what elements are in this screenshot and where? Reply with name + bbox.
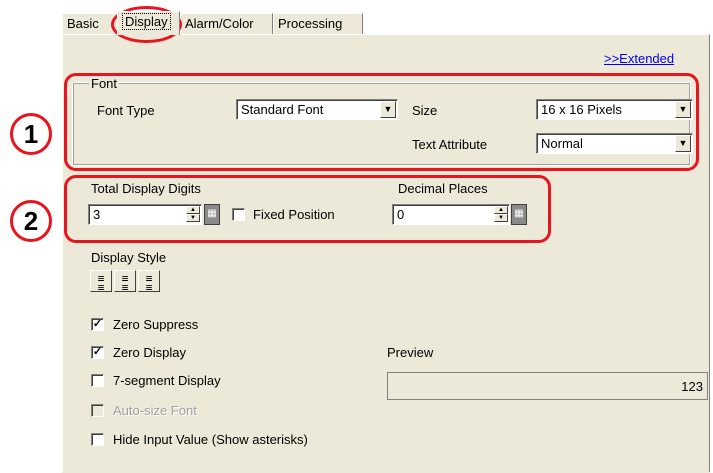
- tab-display[interactable]: Display: [117, 11, 180, 35]
- seven-segment-checkbox[interactable]: [91, 374, 104, 387]
- align-right-icon[interactable]: ≡ ≡: [138, 270, 160, 293]
- extended-link[interactable]: >>Extended: [604, 51, 674, 66]
- seven-segment-label: 7-segment Display: [113, 373, 221, 388]
- total-digits-value: 3: [93, 207, 101, 222]
- decimal-places-value: 0: [397, 207, 405, 222]
- callout-badge-1: 1: [10, 113, 52, 155]
- callout-badge-2: 2: [10, 200, 52, 242]
- hide-input-label: Hide Input Value (Show asterisks): [113, 432, 308, 447]
- decimal-places-input[interactable]: 0 ▲ ▼: [392, 204, 510, 225]
- size-label: Size: [412, 103, 438, 118]
- font-group-title: Font: [89, 76, 120, 91]
- hide-input-checkbox[interactable]: [91, 433, 104, 446]
- display-style-label: Display Style: [91, 250, 167, 265]
- align-center-icon[interactable]: ≡ ≡: [114, 270, 136, 293]
- size-select[interactable]: 16 x 16 Pixels ▼: [536, 99, 693, 120]
- keypad-icon[interactable]: ▦: [511, 204, 527, 225]
- preview-value: 123: [681, 379, 703, 394]
- size-value: 16 x 16 Pixels: [541, 102, 622, 117]
- auto-size-font-label: Auto-size Font: [113, 403, 197, 418]
- decimal-places-label: Decimal Places: [398, 181, 488, 196]
- fixed-position-label: Fixed Position: [253, 207, 335, 222]
- zero-display-checkbox[interactable]: ✓: [91, 346, 104, 359]
- text-attribute-label: Text Attribute: [412, 137, 488, 152]
- text-attribute-value: Normal: [541, 136, 583, 151]
- fixed-position-checkbox[interactable]: [232, 208, 245, 221]
- auto-size-font-checkbox[interactable]: [91, 404, 104, 417]
- font-type-select[interactable]: Standard Font ▼: [236, 99, 398, 120]
- preview-label: Preview: [387, 345, 434, 360]
- spin-down-icon[interactable]: ▼: [186, 214, 200, 222]
- chevron-down-icon[interactable]: ▼: [675, 101, 691, 118]
- total-display-digits-label: Total Display Digits: [91, 181, 201, 196]
- spin-down-icon[interactable]: ▼: [494, 214, 508, 222]
- chevron-down-icon[interactable]: ▼: [380, 101, 396, 118]
- chevron-down-icon[interactable]: ▼: [675, 135, 691, 152]
- zero-suppress-label: Zero Suppress: [113, 317, 199, 332]
- font-type-value: Standard Font: [241, 102, 324, 117]
- tab-processing[interactable]: Processing: [273, 13, 363, 34]
- spin-buttons[interactable]: ▲ ▼: [186, 206, 200, 223]
- align-left-icon[interactable]: ≡ ≡: [90, 270, 112, 293]
- tab-basic[interactable]: Basic: [62, 13, 120, 34]
- spin-up-icon[interactable]: ▲: [494, 206, 508, 214]
- keypad-icon[interactable]: ▦: [204, 204, 220, 225]
- font-type-label: Font Type: [97, 103, 155, 118]
- total-digits-input[interactable]: 3 ▲ ▼: [88, 204, 202, 225]
- preview-box: 123: [387, 372, 708, 400]
- zero-suppress-checkbox[interactable]: ✓: [91, 318, 104, 331]
- text-attribute-select[interactable]: Normal ▼: [536, 133, 693, 154]
- spin-buttons[interactable]: ▲ ▼: [494, 206, 508, 223]
- tab-alarm-color[interactable]: Alarm/Color: [180, 13, 273, 34]
- zero-display-label: Zero Display: [113, 345, 186, 360]
- spin-up-icon[interactable]: ▲: [186, 206, 200, 214]
